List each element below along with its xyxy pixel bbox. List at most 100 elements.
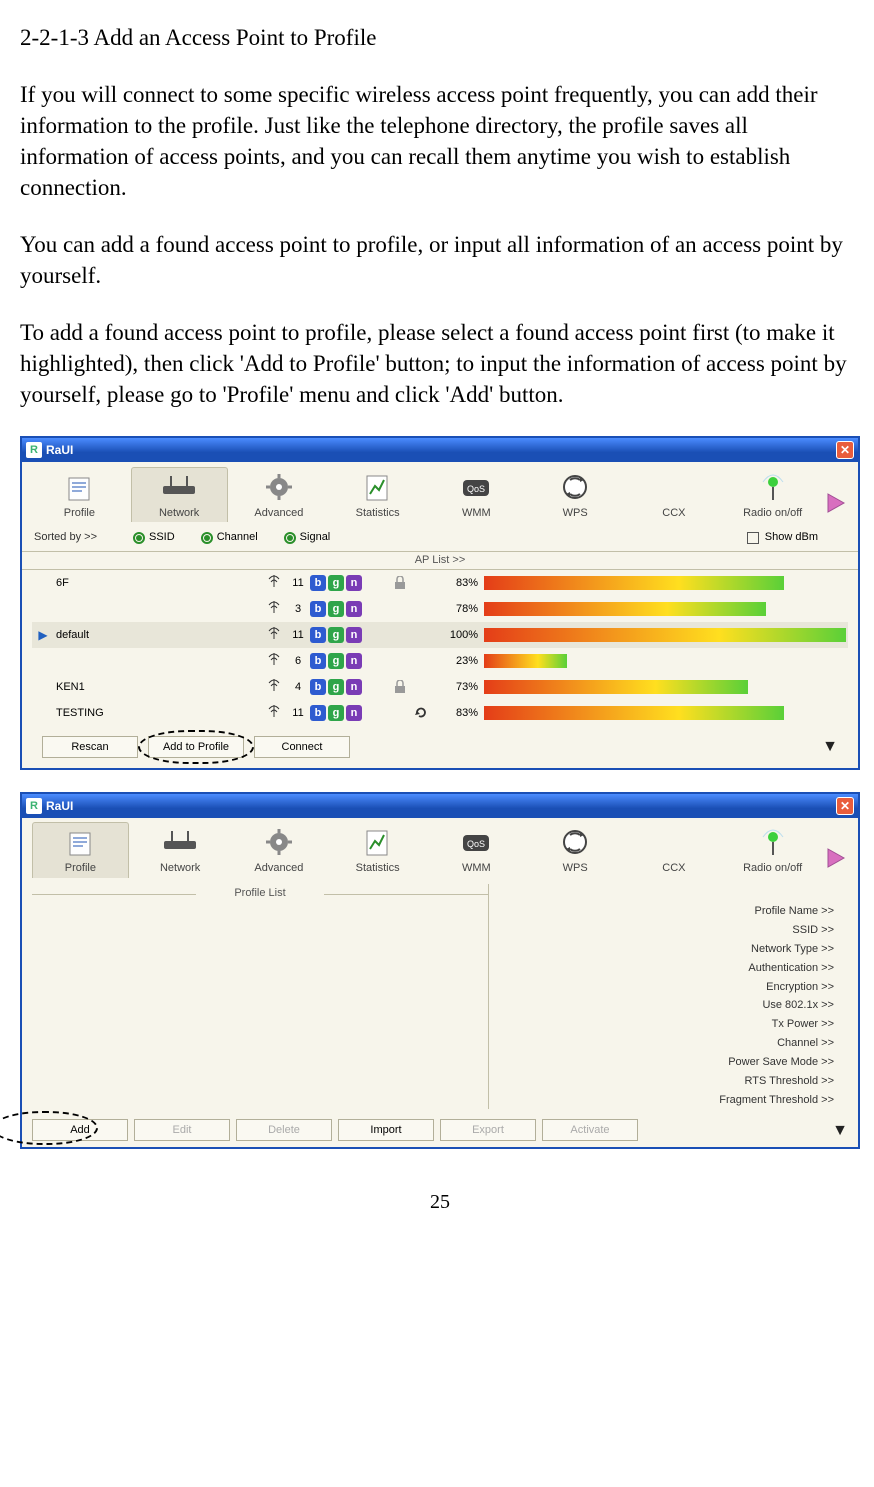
ap-row[interactable]: 6F11bgn83%: [32, 570, 848, 596]
tab-wps[interactable]: WPS: [528, 823, 623, 878]
tab-label: WMM: [429, 504, 524, 521]
add-button[interactable]: Add: [32, 1119, 128, 1141]
ap-channel: 11: [286, 628, 310, 643]
tab-icon: [133, 825, 228, 859]
ap-type-icon: [262, 651, 286, 672]
arrow-right-icon[interactable]: [824, 488, 848, 518]
delete-button[interactable]: Delete: [236, 1119, 332, 1141]
mode-badge-b-icon: b: [310, 575, 326, 591]
tab-label: Statistics: [330, 859, 425, 876]
tab-radio-on-off[interactable]: Radio on/off: [725, 823, 820, 878]
import-button[interactable]: Import: [338, 1119, 434, 1141]
profile-attr-row: Network Type >>: [497, 940, 840, 959]
ap-signal-pct: 23%: [432, 654, 484, 669]
export-button[interactable]: Export: [440, 1119, 536, 1141]
sort-option-signal[interactable]: Signal: [284, 530, 331, 545]
ap-row[interactable]: KEN14bgn73%: [32, 674, 848, 700]
ap-ssid: default: [52, 628, 262, 643]
show-dbm-checkbox[interactable]: Show dBm: [747, 530, 818, 545]
ap-row[interactable]: 3bgn78%: [32, 596, 848, 622]
edit-button[interactable]: Edit: [134, 1119, 230, 1141]
profile-button-row: Add Edit Delete Import Export Activate ▼: [22, 1113, 858, 1147]
mode-badge-g-icon: g: [328, 679, 344, 695]
titlebar: R RaUI ✕: [22, 438, 858, 462]
profile-attr-label: Fragment Threshold >>: [719, 1093, 840, 1108]
mode-badge-g-icon: g: [328, 653, 344, 669]
ap-signal-pct: 83%: [432, 576, 484, 591]
tab-radio-on-off[interactable]: Radio on/off: [725, 468, 820, 523]
tab-wmm[interactable]: QoS WMM: [429, 468, 524, 523]
profile-attr-row: Power Save Mode >>: [497, 1053, 840, 1072]
add-to-profile-button[interactable]: Add to Profile: [148, 736, 244, 758]
mode-badge-b-icon: b: [310, 601, 326, 617]
tab-profile[interactable]: Profile: [32, 468, 127, 523]
tab-wmm[interactable]: QoSWMM: [429, 823, 524, 878]
ap-row[interactable]: TESTING11bgn83%: [32, 700, 848, 726]
tab-icon: [32, 470, 127, 504]
tab-advanced[interactable]: Advanced: [232, 823, 327, 878]
expand-down-icon[interactable]: ▼: [822, 736, 838, 758]
profile-attr-row: Encryption >>: [497, 978, 840, 997]
tab-statistics[interactable]: Statistics: [330, 468, 425, 523]
tab-label: Network: [133, 859, 228, 876]
connect-button[interactable]: Connect: [254, 736, 350, 758]
mode-badge-n-icon: n: [346, 679, 362, 695]
mode-badge-g-icon: g: [328, 575, 344, 591]
ap-row[interactable]: ▶default11bgn100%: [32, 622, 848, 648]
lock-icon: [394, 680, 406, 694]
tab-label: WMM: [429, 859, 524, 876]
tab-label: CCX: [627, 504, 722, 521]
tab-ccx[interactable]: CCX: [627, 823, 722, 878]
svg-text:QoS: QoS: [467, 484, 485, 494]
mode-badge-n-icon: n: [346, 627, 362, 643]
sort-row: Sorted by >> SSID Channel Signal Show dB…: [32, 528, 848, 547]
ap-signal-bar: [484, 680, 846, 694]
tab-label: Network: [132, 504, 227, 521]
profile-attr-label: Tx Power >>: [772, 1017, 840, 1032]
close-button[interactable]: ✕: [836, 441, 854, 459]
ap-channel: 6: [286, 654, 310, 669]
mode-badge-g-icon: g: [328, 705, 344, 721]
ap-signal-pct: 78%: [432, 602, 484, 617]
ap-type-icon: [262, 573, 286, 594]
close-button[interactable]: ✕: [836, 797, 854, 815]
current-connection-icon: ▶: [38, 627, 47, 643]
activate-button[interactable]: Activate: [542, 1119, 638, 1141]
tab-label: Advanced: [232, 859, 327, 876]
tab-label: Profile: [32, 504, 127, 521]
tab-profile[interactable]: Profile: [32, 822, 129, 878]
ap-channel: 11: [286, 576, 310, 591]
paragraph-2: You can add a found access point to prof…: [20, 229, 860, 291]
mode-badge-n-icon: n: [346, 653, 362, 669]
tab-statistics[interactable]: Statistics: [330, 823, 425, 878]
sort-option-ssid[interactable]: SSID: [133, 530, 175, 545]
mode-badge-n-icon: n: [346, 575, 362, 591]
profile-attr-row: Fragment Threshold >>: [497, 1091, 840, 1110]
tab-wps[interactable]: WPS: [528, 468, 623, 523]
ap-type-icon: [262, 625, 286, 646]
ap-ssid: TESTING: [52, 706, 262, 721]
profile-attr-label: Encryption >>: [766, 980, 840, 995]
rescan-button[interactable]: Rescan: [42, 736, 138, 758]
tab-network[interactable]: Network: [133, 823, 228, 878]
tab-icon: [627, 825, 722, 859]
expand-down-icon[interactable]: ▼: [832, 1120, 848, 1142]
ap-table: 6F11bgn83%3bgn78%▶default11bgn100%6bgn23…: [32, 570, 848, 726]
tab-icon: QoS: [429, 470, 524, 504]
ap-channel: 4: [286, 680, 310, 695]
sort-option-channel[interactable]: Channel: [201, 530, 258, 545]
tab-label: Profile: [33, 859, 128, 876]
network-button-row: Rescan Add to Profile Connect ▼: [32, 726, 848, 764]
tab-label: CCX: [627, 859, 722, 876]
tab-icon: [232, 470, 327, 504]
tab-advanced[interactable]: Advanced: [232, 468, 327, 523]
ap-row[interactable]: 6bgn23%: [32, 648, 848, 674]
tab-network[interactable]: Network: [131, 467, 228, 523]
refresh-icon: [414, 706, 428, 720]
profile-list-empty: [32, 905, 488, 1081]
arrow-right-icon[interactable]: [824, 843, 848, 873]
profile-attr-row: RTS Threshold >>: [497, 1072, 840, 1091]
tab-ccx[interactable]: CCX: [627, 468, 722, 523]
page-number: 25: [20, 1189, 860, 1216]
tab-label: Statistics: [330, 504, 425, 521]
